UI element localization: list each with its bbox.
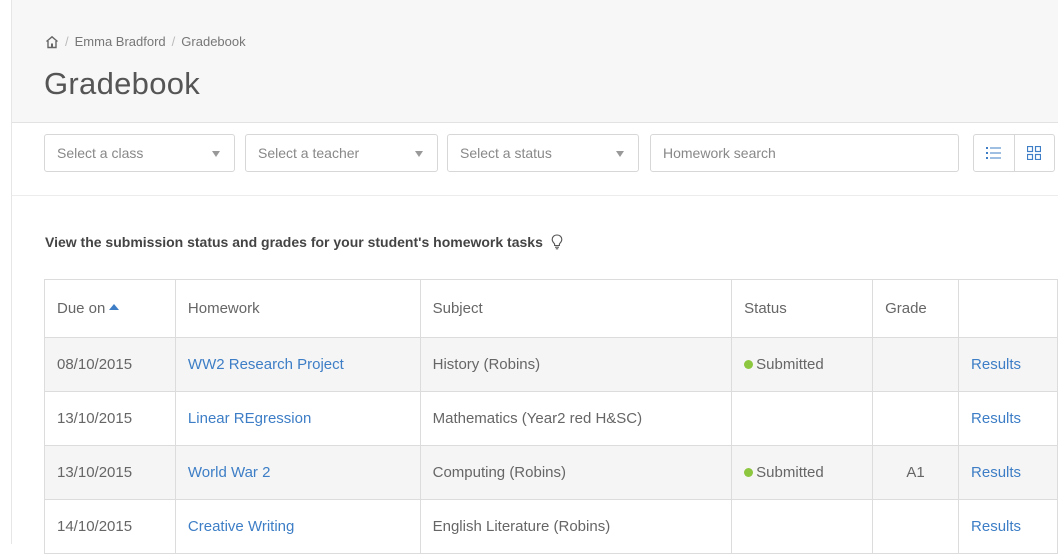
class-select-placeholder: Select a class <box>57 145 144 161</box>
results-link[interactable]: Results <box>971 464 1021 481</box>
homework-link[interactable]: Creative Writing <box>188 518 294 535</box>
results-link[interactable]: Results <box>971 410 1021 427</box>
column-header-status: Status <box>731 279 874 338</box>
subject-cell: History (Robins) <box>419 337 733 392</box>
chevron-down-icon <box>616 151 624 157</box>
column-header-homework: Homework <box>174 279 421 338</box>
status-cell <box>731 499 874 554</box>
breadcrumb: / Emma Bradford / Gradebook <box>45 34 246 49</box>
subject-cell: Mathematics (Year2 red H&SC) <box>419 391 733 446</box>
due-date-cell: 13/10/2015 <box>44 391 176 446</box>
search-placeholder: Homework search <box>663 145 776 161</box>
list-view-button[interactable] <box>974 135 1014 171</box>
grade-cell <box>872 499 960 554</box>
grade-cell <box>872 391 960 446</box>
column-header-actions <box>958 279 1058 338</box>
chevron-down-icon <box>212 151 220 157</box>
action-cell: Results <box>958 445 1058 500</box>
teacher-select[interactable]: Select a teacher <box>245 134 438 172</box>
lightbulb-icon[interactable] <box>551 234 563 250</box>
column-header-due-on[interactable]: Due on <box>44 279 176 338</box>
filter-bar: Select a class Select a teacher Select a… <box>0 134 1058 174</box>
sort-ascending-icon <box>109 304 120 311</box>
results-link[interactable]: Results <box>971 518 1021 535</box>
due-date-cell: 08/10/2015 <box>44 337 176 392</box>
homework-link[interactable]: World War 2 <box>188 464 271 481</box>
class-select[interactable]: Select a class <box>44 134 235 172</box>
action-cell: Results <box>958 499 1058 554</box>
table-row: 14/10/2015 Creative Writing English Lite… <box>44 499 1058 554</box>
teacher-select-placeholder: Select a teacher <box>258 145 360 161</box>
status-cell: Submitted <box>731 445 874 500</box>
grade-cell <box>872 337 960 392</box>
page-header <box>12 0 1058 123</box>
submitted-status-icon <box>744 359 754 369</box>
breadcrumb-separator: / <box>171 34 176 49</box>
homework-cell: World War 2 <box>174 445 421 500</box>
subject-cell: English Literature (Robins) <box>419 499 733 554</box>
table-row: 13/10/2015 World War 2 Computing (Robins… <box>44 445 1058 500</box>
action-cell: Results <box>958 337 1058 392</box>
chevron-down-icon <box>415 151 423 157</box>
table-row: 08/10/2015 WW2 Research Project History … <box>44 337 1058 392</box>
due-date-cell: 13/10/2015 <box>44 445 176 500</box>
list-view-icon <box>985 147 1001 159</box>
column-header-grade: Grade <box>872 279 960 338</box>
column-header-subject: Subject <box>419 279 733 338</box>
action-cell: Results <box>958 391 1058 446</box>
status-select-placeholder: Select a status <box>460 145 552 161</box>
subject-cell: Computing (Robins) <box>419 445 733 500</box>
homework-link[interactable]: Linear REgression <box>188 410 311 427</box>
section-divider <box>12 195 1058 196</box>
homework-cell: Linear REgression <box>174 391 421 446</box>
due-date-cell: 14/10/2015 <box>44 499 176 554</box>
view-toggle <box>973 134 1055 172</box>
submitted-status-icon <box>744 467 754 477</box>
homework-cell: WW2 Research Project <box>174 337 421 392</box>
grade-cell: A1 <box>872 445 960 500</box>
table-header-row: Due on Homework Subject Status Grade <box>44 279 1058 338</box>
intro-text: View the submission status and grades fo… <box>45 234 563 250</box>
homework-search-input[interactable]: Homework search <box>650 134 959 172</box>
homework-link[interactable]: WW2 Research Project <box>188 356 344 373</box>
grid-view-button[interactable] <box>1013 135 1055 171</box>
due-on-label: Due on <box>57 300 106 317</box>
status-cell <box>731 391 874 446</box>
breadcrumb-student[interactable]: Emma Bradford <box>75 34 166 49</box>
breadcrumb-current: Gradebook <box>181 34 246 49</box>
status-cell: Submitted <box>731 337 874 392</box>
gradebook-table: Due on Homework Subject Status Grade 08/… <box>44 279 1058 554</box>
status-text: Submitted <box>756 464 824 481</box>
table-row: 13/10/2015 Linear REgression Mathematics… <box>44 391 1058 446</box>
breadcrumb-separator: / <box>65 34 69 49</box>
grid-view-icon <box>1027 146 1042 160</box>
home-icon[interactable] <box>45 35 59 49</box>
intro-label: View the submission status and grades fo… <box>45 234 543 250</box>
homework-cell: Creative Writing <box>174 499 421 554</box>
results-link[interactable]: Results <box>971 356 1021 373</box>
page-title: Gradebook <box>44 66 201 101</box>
status-text: Submitted <box>756 356 824 373</box>
status-select[interactable]: Select a status <box>447 134 639 172</box>
